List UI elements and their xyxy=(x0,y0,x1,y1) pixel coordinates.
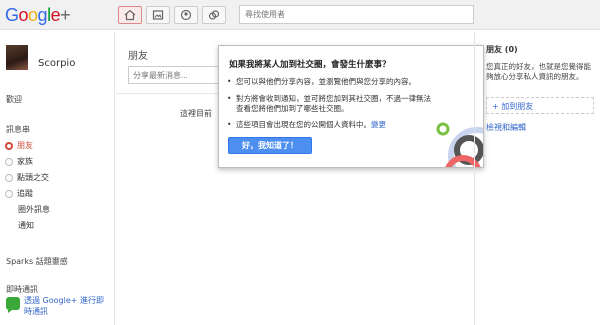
empty-stream-text: 這裡目前 xyxy=(180,109,212,118)
profile-icon xyxy=(180,9,192,21)
sidebar-item-friends[interactable]: 朋友 xyxy=(5,140,33,151)
right-sidebar: 朋友 (0) 您真正的好友，也就是您覺得能夠放心分享私人資訊的朋友。 + 加到朋… xyxy=(474,31,600,325)
divider xyxy=(116,93,218,94)
sidebar-item-incoming[interactable]: 圈外訊息 xyxy=(18,204,50,215)
welcome-link[interactable]: 歡迎 xyxy=(6,94,22,105)
stream-heading[interactable]: 訊息串 xyxy=(6,124,30,135)
popup-bullet: 您可以與他們分享內容，並瀏覽他們與您分享的內容。 xyxy=(227,77,432,87)
sidebar-item-notifications[interactable]: 通知 xyxy=(18,220,34,231)
share-input[interactable] xyxy=(128,66,220,84)
chat-heading: 即時通訊 xyxy=(6,285,38,294)
page-title: 朋友 xyxy=(128,51,148,62)
add-to-circle-button[interactable]: + 加到朋友 xyxy=(486,97,594,114)
home-icon xyxy=(124,9,136,21)
change-link[interactable]: 變更 xyxy=(371,120,386,129)
popup-bullet: 這些項目會出現在您的公開個人資料中。變更 xyxy=(227,120,432,130)
circle-description: 您真正的好友，也就是您覺得能夠放心分享私人資訊的朋友。 xyxy=(486,62,591,81)
popup-bullet: 對方將會收到通知，並可將您加到其社交圈，不過一律無法查看您將他們加到了哪些社交圈… xyxy=(227,94,432,114)
sidebar-item-family[interactable]: 家族 xyxy=(5,156,33,167)
chat-icon xyxy=(6,297,20,313)
popup-bullet-text: 這些項目會出現在您的公開個人資料中。 xyxy=(236,120,371,129)
circle-icon xyxy=(5,141,13,150)
circles-button[interactable] xyxy=(202,6,226,24)
sidebar-item-label: 追蹤 xyxy=(17,189,33,198)
popup-title: 如果我將某人加到社交圈，會發生什麼事？ xyxy=(229,60,391,70)
sidebar-item-following[interactable]: 追蹤 xyxy=(5,188,33,199)
popup-bullet-text: 對方將會收到通知，並可將您加到其社交圈，不過一律無法查看您將他們加到了哪些社交圈… xyxy=(236,94,431,113)
circle-icon xyxy=(5,157,13,166)
avatar[interactable] xyxy=(6,45,28,70)
sparks-link[interactable]: Sparks 話題靈感 xyxy=(6,256,68,267)
got-it-button[interactable]: 好，我知道了！ xyxy=(228,137,312,154)
circles-info-popup: 如果我將某人加到社交圈，會發生什麼事？ 您可以與他們分享內容，並瀏覽他們與您分享… xyxy=(218,45,484,168)
circle-icon xyxy=(5,173,13,182)
sidebar-item-label: 家族 xyxy=(17,157,33,166)
sidebar-item-acquaintances[interactable]: 點頭之交 xyxy=(5,172,49,183)
sidebar-item-label: 點頭之交 xyxy=(17,173,49,182)
google-plus-logo[interactable]: Google+ xyxy=(5,5,71,26)
left-sidebar: Scorpio 歡迎 訊息串 朋友 家族 點頭之交 追蹤 圈外訊息 通知 Spa… xyxy=(0,31,115,325)
profile-button[interactable] xyxy=(174,6,198,24)
photos-button[interactable] xyxy=(146,6,170,24)
circle-icon xyxy=(5,189,13,198)
circles-icon xyxy=(208,10,220,20)
home-button[interactable] xyxy=(118,6,142,24)
circle-count-title: 朋友 (0) xyxy=(486,45,518,54)
search-input[interactable] xyxy=(239,5,474,24)
sidebar-item-label: 朋友 xyxy=(17,141,33,150)
view-edit-link[interactable]: 檢視和編輯 xyxy=(486,122,526,133)
top-bar: Google+ xyxy=(0,0,600,30)
profile-name[interactable]: Scorpio xyxy=(38,58,75,69)
popup-bullet-text: 您可以與他們分享內容，並瀏覽他們與您分享的內容。 xyxy=(236,77,416,86)
photos-icon xyxy=(152,10,164,20)
chat-link[interactable]: 透過 Google+ 進行即時通訊 xyxy=(24,295,104,317)
